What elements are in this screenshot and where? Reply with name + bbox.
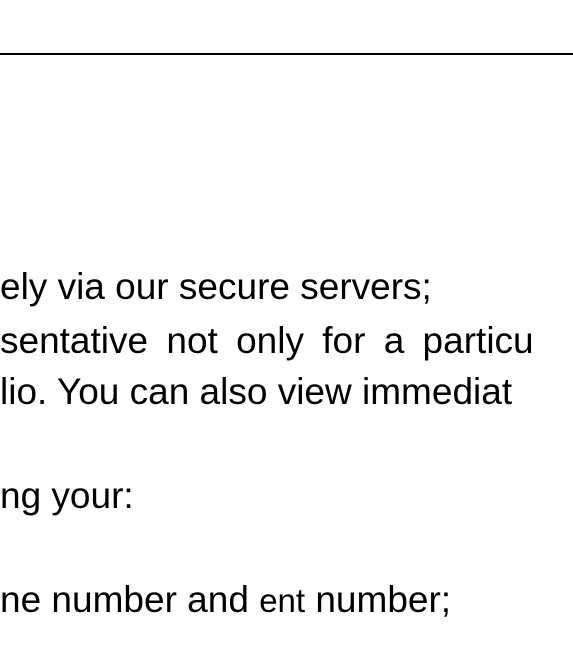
text-fragment: ent [259,582,306,619]
text-fragment: ne number and [0,579,260,620]
text-line: sentative not only for a particu [0,320,534,361]
text-line: lio. You can also view immediat [0,371,513,412]
horizontal-rule [0,53,573,55]
document-page: ely via our secure servers; sentative no… [0,0,573,645]
text-line: ely via our secure servers; [0,266,432,307]
text-fragment: number; [305,579,452,620]
text-line: ng your: [0,475,134,516]
text-line: ne number and ent number; [0,580,451,620]
